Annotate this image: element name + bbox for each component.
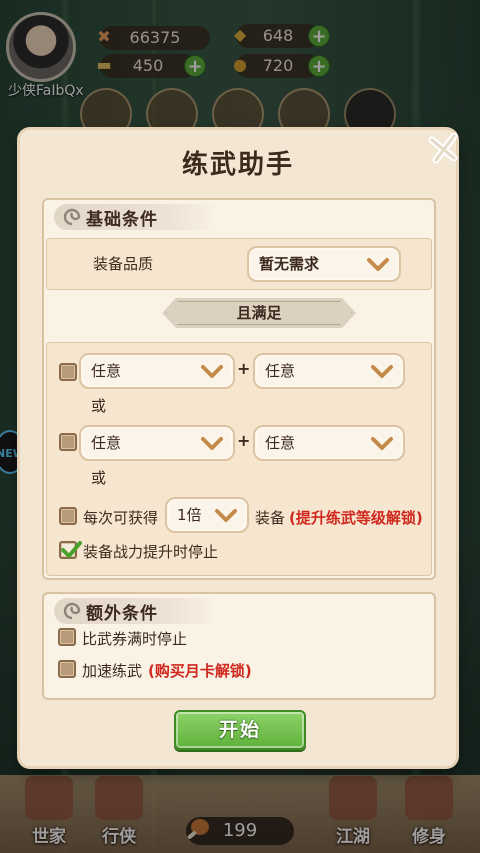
multiplier-lock-hint: (提升练武等级解锁): [289, 509, 423, 527]
basic-conditions-header: 基础条件: [54, 204, 218, 230]
dialog-title: 练武助手: [181, 150, 294, 180]
multiplier-dropdown[interactable]: 1倍: [165, 497, 249, 533]
stop-on-power-checkbox[interactable]: [59, 541, 82, 559]
speed-training-label: 加速练武: [82, 662, 143, 680]
condition-2-left-value: 任意: [91, 434, 122, 452]
chevron-down-icon: [367, 258, 389, 271]
quality-row: 装备品质 暂无需求: [46, 238, 432, 290]
quality-dropdown[interactable]: 暂无需求: [247, 246, 401, 282]
condition-1-checkbox[interactable]: [59, 363, 77, 381]
stop-on-voucher-checkbox[interactable]: [58, 628, 76, 646]
condition-1-left-dropdown[interactable]: 任意: [79, 353, 235, 389]
banner-border: [166, 301, 352, 325]
multiplier-checkbox[interactable]: [59, 507, 77, 525]
extra-conditions-header: 额外条件: [54, 598, 218, 624]
chevron-down-icon: [371, 365, 393, 378]
basic-conditions-panel: 基础条件 装备品质 暂无需求 任意 + 任意 或 任意 + 任意 或 每次可获得…: [42, 198, 436, 580]
multiplier-suffix: 装备: [255, 509, 286, 527]
condition-1-right-value: 任意: [265, 362, 296, 380]
chevron-down-icon: [201, 365, 223, 378]
condition-2-right-dropdown[interactable]: 任意: [253, 425, 405, 461]
chevron-down-icon: [201, 437, 223, 450]
checkmark-icon: [61, 541, 82, 558]
extra-conditions-panel: 额外条件 比武券满时停止 加速练武 (购买月卡解锁): [42, 592, 436, 700]
or-label: 或: [91, 469, 107, 487]
extra-conditions-title: 额外条件: [86, 603, 158, 624]
or-label: 或: [91, 397, 107, 415]
training-assistant-dialog: 练武助手 基础条件 装备品质 暂无需求 任意 + 任意 或 任意 + 任意 或 …: [20, 130, 458, 766]
speed-training-lock-hint: (购买月卡解锁): [148, 662, 252, 680]
chevron-down-icon: [371, 437, 393, 450]
equipment-conditions-box: 任意 + 任意 或 任意 + 任意 或 每次可获得 1倍 装备 (提升练武等级解…: [46, 342, 432, 576]
cloud-swirl-icon: [63, 208, 81, 226]
quality-dropdown-value: 暂无需求: [259, 255, 320, 273]
and-satisfy-banner: 且满足: [162, 298, 356, 328]
condition-2-left-dropdown[interactable]: 任意: [79, 425, 235, 461]
plus-sign: +: [237, 359, 251, 378]
condition-1-right-dropdown[interactable]: 任意: [253, 353, 405, 389]
speed-training-checkbox[interactable]: [58, 660, 76, 678]
basic-conditions-title: 基础条件: [86, 209, 158, 230]
condition-2-right-value: 任意: [265, 434, 296, 452]
condition-1-left-value: 任意: [91, 362, 122, 380]
quality-label: 装备品质: [93, 255, 154, 273]
close-icon[interactable]: [426, 130, 462, 166]
multiplier-prefix: 每次可获得: [83, 509, 159, 527]
start-button[interactable]: 开始: [174, 710, 306, 750]
stop-on-power-label: 装备战力提升时停止: [83, 543, 219, 561]
multiplier-value: 1倍: [177, 506, 202, 524]
plus-sign: +: [237, 431, 251, 450]
condition-2-checkbox[interactable]: [59, 433, 77, 451]
cloud-swirl-icon: [63, 602, 81, 620]
stop-on-voucher-label: 比武券满时停止: [82, 630, 188, 648]
chevron-down-icon: [215, 509, 237, 522]
